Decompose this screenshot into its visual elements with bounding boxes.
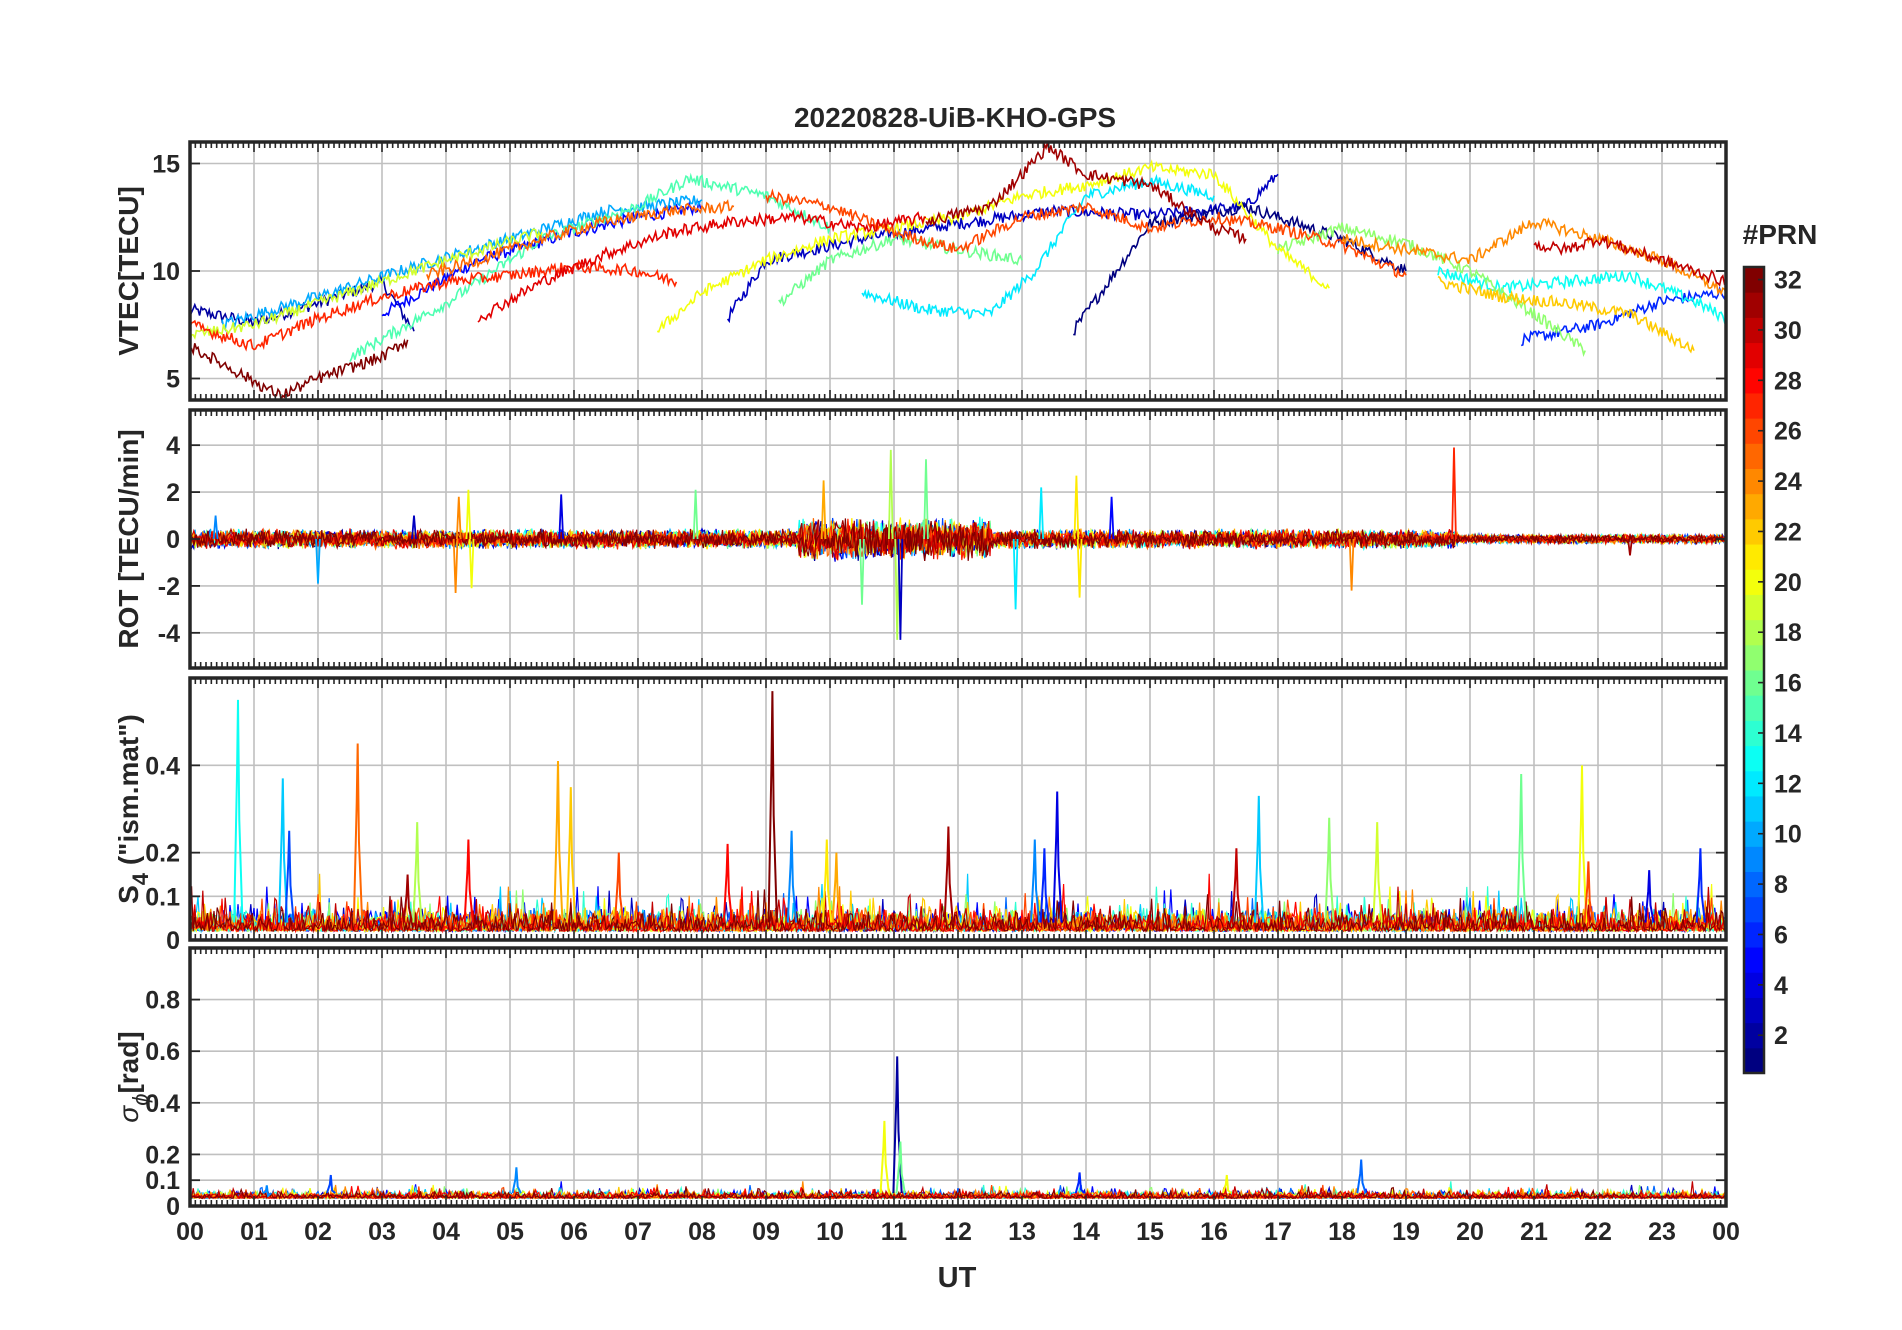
y-tick-label: 0.6 <box>145 1038 180 1066</box>
x-tick-label: 07 <box>624 1218 652 1246</box>
x-tick-label: 23 <box>1648 1218 1676 1246</box>
colorbar-segment <box>1744 745 1764 772</box>
y-tick-label: 4 <box>166 432 180 460</box>
x-tick-label: 15 <box>1136 1218 1164 1246</box>
x-tick-label: 22 <box>1584 1218 1612 1246</box>
y-tick-label: -2 <box>158 573 180 601</box>
colorbar-label: #PRN <box>1743 219 1818 250</box>
colorbar-tick-label: 18 <box>1774 619 1802 647</box>
y-axis-label: VTEC[TECU] <box>113 186 144 356</box>
colorbar-segment <box>1744 997 1764 1024</box>
x-axis-label: UT <box>938 1262 977 1294</box>
y-tick-label: 0.1 <box>145 1167 180 1195</box>
figure-title: 20220828-UiB-KHO-GPS <box>794 102 1116 133</box>
colorbar-tick-label: 16 <box>1774 670 1802 698</box>
colorbar-segment <box>1744 795 1764 822</box>
colorbar-tick-label: 22 <box>1774 518 1802 546</box>
colorbar-tick-label: 30 <box>1774 317 1802 345</box>
colorbar-segment <box>1744 443 1764 469</box>
y-tick-label: 15 <box>152 151 180 179</box>
colorbar-tick-label: 32 <box>1774 267 1802 295</box>
y-axis-label: S4 ("ism.mat") <box>113 714 153 904</box>
colorbar-segment <box>1744 544 1764 570</box>
panel-sigma_phi: 00.10.20.40.60.8σϕ[rad] <box>113 946 1728 1221</box>
colorbar-tick-label: 20 <box>1774 569 1802 597</box>
y-tick-label: 0.4 <box>145 752 180 780</box>
panel-vtec: 5 10 15 VTEC[TECU] <box>113 140 1728 402</box>
x-tick-label: 14 <box>1072 1218 1100 1246</box>
x-tick-label: 16 <box>1200 1218 1228 1246</box>
colorbar-segment <box>1744 695 1764 721</box>
colorbar-segment <box>1744 1047 1764 1074</box>
colorbar-tick-label: 10 <box>1774 821 1802 849</box>
x-tick-label: 04 <box>432 1218 460 1246</box>
x-tick-label: 06 <box>560 1218 588 1246</box>
x-tick-label: 01 <box>240 1218 268 1246</box>
x-tick-label: 12 <box>944 1218 972 1246</box>
figure-canvas: 51015VTEC[TECU]-4-2024ROT [TECU/min]00.1… <box>113 102 1818 1294</box>
colorbar-segment <box>1744 342 1764 369</box>
y-tick-label: 0.2 <box>145 1141 180 1169</box>
panel-s4: 00.10.20.4S4 ("ism.mat") <box>113 676 1728 955</box>
y-label-rest: [rad] <box>113 1031 144 1093</box>
y-label-rest: ("ism.mat") <box>113 714 144 873</box>
colorbar-segment <box>1744 392 1764 419</box>
y-label-sub: 4 <box>128 872 153 885</box>
y-label-main: S <box>113 885 144 904</box>
y-tick-label: -4 <box>158 620 180 648</box>
y-tick-label: 5 <box>166 366 180 394</box>
colorbar-tick-label: 28 <box>1774 367 1802 395</box>
y-tick-label: 2 <box>166 479 180 507</box>
colorbar-tick-label: 26 <box>1774 418 1802 446</box>
x-tick-label: 19 <box>1392 1218 1420 1246</box>
x-tick-label: 03 <box>368 1218 396 1246</box>
colorbar-segment <box>1744 896 1764 923</box>
x-tick-label: 13 <box>1008 1218 1036 1246</box>
y-tick-label: 0 <box>166 526 180 554</box>
x-tick-label: 00 <box>1712 1218 1740 1246</box>
y-tick-label: 0.2 <box>145 840 180 868</box>
panel-rot: -4 -2 0 2 4 ROT [TECU/min] <box>113 408 1728 670</box>
colorbar-segment <box>1744 846 1764 872</box>
x-tick-label: 18 <box>1328 1218 1356 1246</box>
colorbar-segment <box>1744 292 1764 318</box>
colorbar-segment <box>1744 947 1764 973</box>
x-tick-label: 05 <box>496 1218 524 1246</box>
x-tick-label: 17 <box>1264 1218 1292 1246</box>
y-tick-label: 0.1 <box>145 883 180 911</box>
y-label-symbol: σ <box>113 1105 144 1123</box>
colorbar-tick-label: 12 <box>1774 770 1802 798</box>
y-tick-label: 10 <box>152 258 180 286</box>
colorbar-tick-label: 2 <box>1774 1022 1788 1050</box>
colorbar: 2468101214161820222426283032 <box>1742 265 1802 1075</box>
x-tick-label: 09 <box>752 1218 780 1246</box>
colorbar-tick-label: 8 <box>1774 871 1788 899</box>
x-tick-label: 00 <box>176 1218 204 1246</box>
y-tick-label: 0 <box>166 927 180 955</box>
x-tick-label: 02 <box>304 1218 332 1246</box>
colorbar-tick-label: 14 <box>1774 720 1802 748</box>
y-tick-label: 0 <box>166 1193 180 1221</box>
colorbar-tick-label: 24 <box>1774 468 1802 496</box>
colorbar-segment <box>1744 493 1764 520</box>
x-tick-label: 08 <box>688 1218 716 1246</box>
y-axis-label: ROT [TECU/min] <box>113 429 144 648</box>
x-tick-label: 10 <box>816 1218 844 1246</box>
colorbar-segment <box>1744 644 1764 671</box>
colorbar-segment <box>1744 594 1764 621</box>
x-tick-label: 20 <box>1456 1218 1484 1246</box>
y-tick-label: 0.8 <box>145 987 180 1015</box>
colorbar-tick-label: 6 <box>1774 921 1788 949</box>
y-label-symbol-sub: ϕ <box>128 1094 153 1106</box>
x-tick-label: 21 <box>1520 1218 1548 1246</box>
colorbar-tick-label: 4 <box>1774 972 1788 1000</box>
x-tick-label: 11 <box>881 1218 908 1246</box>
